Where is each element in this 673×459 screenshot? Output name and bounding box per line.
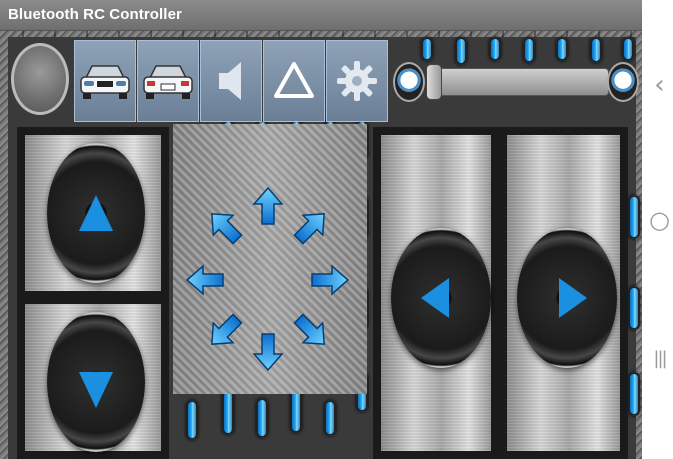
arrow-down-right-icon[interactable] (288, 308, 335, 355)
arrow-left-icon[interactable] (186, 265, 224, 295)
left-turn-disc (391, 228, 491, 368)
reverse-disc (47, 312, 145, 452)
dpad-arrows (186, 187, 349, 371)
arrow-up-icon[interactable] (253, 187, 283, 225)
triangle-left-icon (421, 278, 449, 318)
app-title: Bluetooth RC Controller (8, 6, 182, 23)
reverse-button[interactable] (17, 296, 169, 459)
slider-track (427, 68, 609, 96)
triangle-right-icon (559, 278, 587, 318)
arrow-down-left-icon[interactable] (201, 308, 248, 355)
right-turn-disc (517, 228, 617, 368)
triangle-down-icon (79, 372, 113, 408)
connect-button[interactable] (11, 43, 69, 115)
arrow-up-left-icon[interactable] (201, 203, 248, 250)
speaker-icon (219, 62, 241, 100)
car-front-icon (80, 65, 130, 99)
forward-disc (47, 143, 145, 283)
arrow-right-icon[interactable] (311, 265, 349, 295)
slider-thumb[interactable] (426, 64, 442, 100)
speed-min-icon (393, 62, 425, 102)
triangle-icon (274, 62, 314, 98)
right-turn-button[interactable] (499, 127, 628, 459)
left-turn-button[interactable] (373, 127, 499, 459)
horn-button[interactable] (200, 40, 262, 122)
app-window: Bluetooth RC Controller (0, 0, 642, 459)
gear-icon (337, 61, 377, 101)
back-lights-button[interactable] (137, 40, 199, 122)
front-lights-button[interactable] (74, 40, 136, 122)
settings-button[interactable] (326, 40, 388, 122)
nav-recents-button[interactable]: ||| (646, 348, 673, 369)
speed-slider[interactable] (393, 56, 640, 106)
car-back-icon (143, 65, 193, 99)
nav-back-button[interactable]: ‹ (646, 70, 673, 100)
hazard-button[interactable] (263, 40, 325, 122)
nav-home-button[interactable]: ○ (646, 206, 673, 234)
arrow-up-right-icon[interactable] (288, 203, 335, 250)
triangle-up-icon (79, 195, 113, 231)
forward-button[interactable] (17, 127, 169, 299)
arrow-down-icon[interactable] (253, 333, 283, 371)
title-bar: Bluetooth RC Controller (0, 0, 642, 31)
speed-max-icon (607, 62, 639, 102)
